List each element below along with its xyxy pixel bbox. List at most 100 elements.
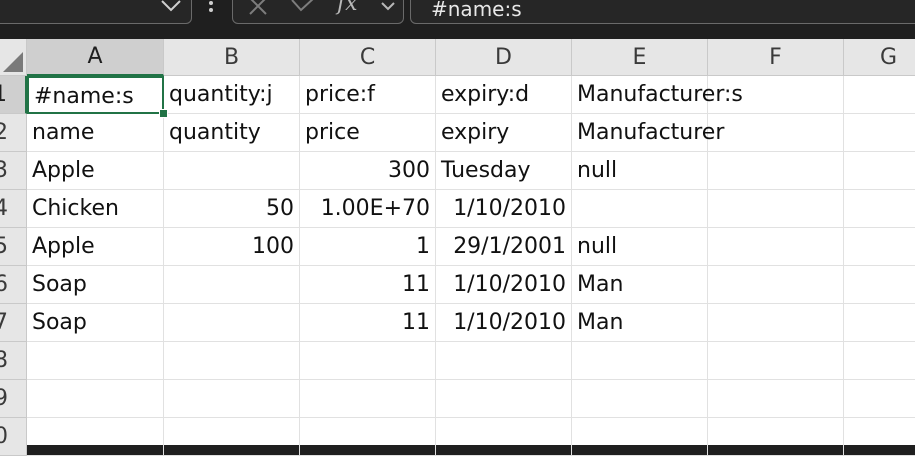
cell-d2[interactable]: expiry bbox=[436, 114, 572, 152]
cell-g6[interactable] bbox=[844, 266, 915, 304]
cell-e3[interactable]: null bbox=[572, 152, 708, 190]
cell-e10[interactable] bbox=[572, 418, 708, 456]
cell-e7[interactable]: Man bbox=[572, 304, 708, 342]
column-header-e[interactable]: E bbox=[572, 39, 708, 76]
cell-c9[interactable] bbox=[300, 380, 436, 418]
cell-b1[interactable]: quantity:j bbox=[164, 76, 300, 114]
formula-buttons-group: fx bbox=[232, 0, 404, 24]
row-header-5[interactable]: 5 bbox=[0, 228, 27, 266]
chevron-down-icon[interactable] bbox=[379, 0, 397, 17]
cell-f1[interactable] bbox=[708, 76, 844, 114]
cell-d10[interactable] bbox=[436, 418, 572, 456]
cell-g2[interactable] bbox=[844, 114, 915, 152]
cell-b8[interactable] bbox=[164, 342, 300, 380]
cell-g4[interactable] bbox=[844, 190, 915, 228]
column-header-a[interactable]: A bbox=[27, 39, 164, 76]
cell-a6[interactable]: Soap bbox=[27, 266, 164, 304]
cell-f3[interactable] bbox=[708, 152, 844, 190]
cell-d6[interactable]: 1/10/2010 bbox=[436, 266, 572, 304]
select-all-button[interactable] bbox=[0, 39, 27, 76]
cell-b6[interactable] bbox=[164, 266, 300, 304]
formula-input[interactable]: #name:s bbox=[410, 0, 915, 24]
row-header-2[interactable]: 2 bbox=[0, 114, 27, 152]
cell-c3[interactable]: 300 bbox=[300, 152, 436, 190]
column-header-d[interactable]: D bbox=[436, 39, 572, 76]
cell-d7[interactable]: 1/10/2010 bbox=[436, 304, 572, 342]
vertical-dots-icon[interactable] bbox=[204, 0, 218, 20]
cell-f4[interactable] bbox=[708, 190, 844, 228]
cell-a2[interactable]: name bbox=[27, 114, 164, 152]
row-header-6[interactable]: 6 bbox=[0, 266, 27, 304]
cell-c7[interactable]: 11 bbox=[300, 304, 436, 342]
row-header-1[interactable]: 1 bbox=[0, 76, 27, 114]
cell-d5[interactable]: 29/1/2001 bbox=[436, 228, 572, 266]
cell-d9[interactable] bbox=[436, 380, 572, 418]
cell-e6[interactable]: Man bbox=[572, 266, 708, 304]
cell-f5[interactable] bbox=[708, 228, 844, 266]
column-header-c[interactable]: C bbox=[300, 39, 436, 76]
cell-a1[interactable]: #name:s bbox=[27, 76, 164, 114]
cell-g10[interactable] bbox=[844, 418, 915, 456]
cell-e4[interactable] bbox=[572, 190, 708, 228]
cell-f7[interactable] bbox=[708, 304, 844, 342]
cell-c6[interactable]: 11 bbox=[300, 266, 436, 304]
cell-a7[interactable]: Soap bbox=[27, 304, 164, 342]
cell-b7[interactable] bbox=[164, 304, 300, 342]
row-header-3[interactable]: 3 bbox=[0, 152, 27, 190]
fx-icon[interactable]: fx bbox=[337, 0, 358, 15]
chevron-down-icon[interactable] bbox=[158, 0, 184, 18]
cell-g1[interactable] bbox=[844, 76, 915, 114]
cell-c5[interactable]: 1 bbox=[300, 228, 436, 266]
spreadsheet-grid: ABCDEFG1#name:squantity:jprice:fexpiry:d… bbox=[0, 39, 915, 456]
cell-f9[interactable] bbox=[708, 380, 844, 418]
cell-b10[interactable] bbox=[164, 418, 300, 456]
column-header-g[interactable]: G bbox=[844, 39, 915, 76]
cell-f8[interactable] bbox=[708, 342, 844, 380]
row-header-9[interactable]: 9 bbox=[0, 380, 27, 418]
cell-c2[interactable]: price bbox=[300, 114, 436, 152]
cell-g7[interactable] bbox=[844, 304, 915, 342]
column-header-b[interactable]: B bbox=[164, 39, 300, 76]
cell-f2[interactable] bbox=[708, 114, 844, 152]
cell-a8[interactable] bbox=[27, 342, 164, 380]
cell-d4[interactable]: 1/10/2010 bbox=[436, 190, 572, 228]
checkmark-icon[interactable] bbox=[289, 0, 317, 17]
cell-a3[interactable]: Apple bbox=[27, 152, 164, 190]
select-all-triangle-icon bbox=[3, 52, 23, 72]
cell-e9[interactable] bbox=[572, 380, 708, 418]
cell-g5[interactable] bbox=[844, 228, 915, 266]
cell-c8[interactable] bbox=[300, 342, 436, 380]
cell-e1[interactable]: Manufacturer:s bbox=[572, 76, 743, 114]
formula-text: #name:s bbox=[431, 0, 522, 21]
cell-c1[interactable]: price:f bbox=[300, 76, 436, 114]
cell-f10[interactable] bbox=[708, 418, 844, 456]
cell-c10[interactable] bbox=[300, 418, 436, 456]
column-header-f[interactable]: F bbox=[708, 39, 844, 76]
row-header-7[interactable]: 7 bbox=[0, 304, 27, 342]
cell-d3[interactable]: Tuesday bbox=[436, 152, 572, 190]
cell-e8[interactable] bbox=[572, 342, 708, 380]
cell-a9[interactable] bbox=[27, 380, 164, 418]
cell-b2[interactable]: quantity bbox=[164, 114, 300, 152]
cell-b9[interactable] bbox=[164, 380, 300, 418]
cell-b3[interactable] bbox=[164, 152, 300, 190]
cell-d8[interactable] bbox=[436, 342, 572, 380]
cell-g3[interactable] bbox=[844, 152, 915, 190]
row-header-4[interactable]: 4 bbox=[0, 190, 27, 228]
cell-g9[interactable] bbox=[844, 380, 915, 418]
fill-handle[interactable] bbox=[159, 109, 168, 118]
cell-e2[interactable]: Manufacturer bbox=[572, 114, 724, 152]
row-header-8[interactable]: 8 bbox=[0, 342, 27, 380]
x-icon[interactable] bbox=[245, 0, 271, 17]
row-header-10[interactable]: 10 bbox=[0, 418, 27, 456]
cell-c4[interactable]: 1.00E+70 bbox=[300, 190, 436, 228]
cell-a4[interactable]: Chicken bbox=[27, 190, 164, 228]
cell-a5[interactable]: Apple bbox=[27, 228, 164, 266]
cell-f6[interactable] bbox=[708, 266, 844, 304]
cell-g8[interactable] bbox=[844, 342, 915, 380]
cell-a10[interactable] bbox=[27, 418, 164, 456]
cell-d1[interactable]: expiry:d bbox=[436, 76, 572, 114]
cell-e5[interactable]: null bbox=[572, 228, 708, 266]
cell-b4[interactable]: 50 bbox=[164, 190, 300, 228]
cell-b5[interactable]: 100 bbox=[164, 228, 300, 266]
